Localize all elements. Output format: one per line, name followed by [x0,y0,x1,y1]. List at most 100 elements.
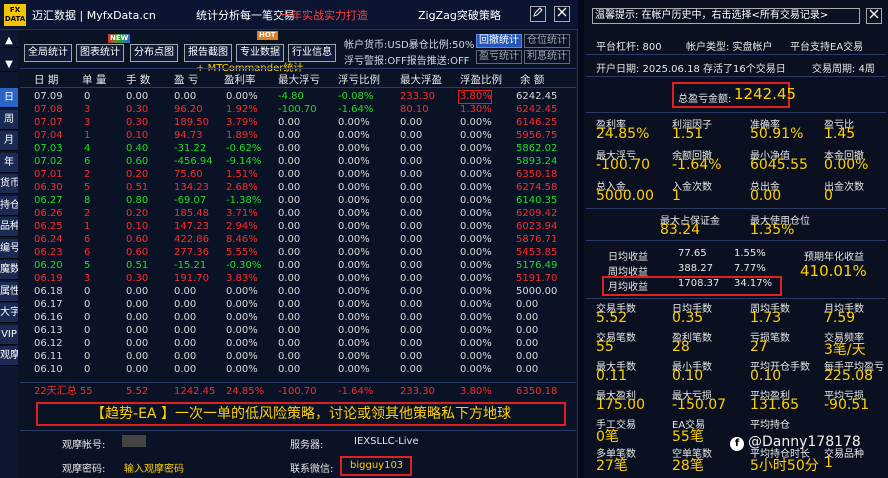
sidebar-item-5[interactable]: 持仓 [0,195,18,216]
sidebar-item-1[interactable]: 周 [0,109,18,130]
table-row[interactable]: 06.16 0 0.00 0.00 0.00% 0.00 0.00% 0.00 0.00% 0.0… [20,311,576,324]
table-row[interactable]: 06.30 5 0.51 134.23 2.68% 0.00 0.00% 0.00 0.00% 6… [20,181,576,194]
position-stats-button[interactable]: 仓位统计 [524,34,570,48]
col-orders[interactable]: 单 量 [82,72,106,87]
close-icon [869,9,879,19]
table-cell: 6146.25 [516,117,558,128]
table-cell: 0.00 [126,351,149,362]
table-row[interactable]: 06.24 6 0.60 422.86 8.46% 0.00 0.00% 0.00 0.00% 5… [20,233,576,246]
table-cell: 0.00 [278,247,301,258]
sidebar-scroll-down[interactable]: ▼ [0,58,18,72]
summary-cell: -1.64% [338,386,374,397]
close-icon [557,7,567,17]
stat-value: 5000.00 [596,188,654,204]
table-cell: -100.70 [278,104,317,115]
table-cell: 0.00 [278,325,301,336]
edit-button[interactable] [530,6,546,22]
table-row[interactable]: 06.11 0 0.00 0.00 0.00% 0.00 0.00% 0.00 0.00% 0.0… [20,350,576,363]
interest-stats-button[interactable]: 利息统计 [524,50,570,64]
table-cell: 0.00 [278,364,301,375]
trade-stat-value: 27笔 [596,458,628,474]
sidebar-item-0[interactable]: 日 [0,88,18,108]
table-cell: 0.00% [338,208,370,219]
table-row[interactable]: 06.18 0 0.00 0.00 0.00% 0.00 0.00% 0.00 0.00% 500… [20,285,576,298]
table-cell: 0.10 [126,130,149,141]
distribution-chart-button[interactable]: 分布点图 [130,44,178,62]
global-stats-button[interactable]: 全局统计 [24,44,72,62]
app-window: FX DATA 迈汇数据 | MyfxData.cn 统计分析每一笔交易 十年实… [0,0,888,478]
sidebar-item-11[interactable]: VIP [0,324,18,345]
table-cell: 0.00 [174,312,197,323]
pnl-stats-button[interactable]: 盈亏统计 [476,50,522,64]
sidebar-item-4[interactable]: 货币 [0,174,18,194]
col-lots[interactable]: 手 数 [126,72,150,87]
table-row[interactable]: 06.19 3 0.30 191.70 3.83% 0.00 0.00% 0.00 0.00% 5… [20,272,576,285]
table-row[interactable]: 06.26 2 0.20 185.48 3.71% 0.00 0.00% 0.00 0.00% 6… [20,207,576,220]
observer-password-input[interactable]: 输入观摩密码 [124,460,184,475]
table-cell: 06.26 [34,208,63,219]
divider [586,208,886,209]
col-max-float-loss[interactable]: 最大浮亏 [278,72,320,87]
table-cell: 0.00% [338,156,370,167]
social-logo-icon: f [730,437,744,451]
sidebar-scroll-up[interactable]: ▲ [0,34,18,48]
sidebar-item-2[interactable]: 月 [0,131,18,151]
table-row[interactable]: 07.08 3 0.30 96.20 1.92% -100.70 -1.64% 80.10 1.… [20,103,576,116]
sidebar-item-7[interactable]: 编号 [0,238,18,259]
table-row[interactable]: 06.10 0 0.00 0.00 0.00% 0.00 0.00% 0.00 0.00% 0.0… [20,363,576,376]
close-tip-button[interactable] [866,8,882,24]
trade-stat-value: 5.52 [596,310,628,326]
table-cell: 07.09 [34,91,63,102]
open-date: 开户日期: 2025.06.18 存活了16个交易日 [596,64,786,75]
col-date[interactable]: 日 期 [34,72,58,87]
table-cell: 0.00 [278,286,301,297]
table-cell: 06.30 [34,182,63,193]
col-balance[interactable]: 余 额 [520,72,544,87]
table-cell: 07.04 [34,130,63,141]
col-max-float-profit[interactable]: 最大浮盈 [400,72,442,87]
sidebar-item-9[interactable]: 属性 [0,281,18,302]
table-row[interactable]: 07.03 4 0.40 -31.22 -0.62% 0.00 0.00% 0.00 0.00%… [20,142,576,155]
table-cell: 0.00 [516,364,539,375]
table-cell: 0.00% [460,247,492,258]
account-info-line1: 帐户货币:USD暴仓比例:50% [344,40,475,51]
drawdown-stats-button[interactable]: 回撤统计 [476,34,522,48]
table-row[interactable]: 07.07 3 0.30 189.50 3.79% 0.00 0.00% 0.00 0.00% 6… [20,116,576,129]
col-profit-rate[interactable]: 盈利率 [224,72,256,87]
sidebar-item-12[interactable]: 观摩 [0,346,18,366]
table-cell: 0.00 [126,286,149,297]
col-float-profit-ratio[interactable]: 浮盈比例 [460,72,502,87]
table-cell: 0.00% [226,299,258,310]
table-row[interactable]: 07.01 2 0.20 75.60 1.51% 0.00 0.00% 0.00 0.00% 63… [20,168,576,181]
table-row[interactable]: 07.04 1 0.10 94.73 1.89% 0.00 0.00% 0.00 0.00% 59… [20,129,576,142]
table-row[interactable]: 06.13 0 0.00 0.00 0.00% 0.00 0.00% 0.00 0.00% 0.0… [20,324,576,337]
table-row[interactable]: 06.17 0 0.00 0.00 0.00% 0.00 0.00% 0.00 0.00% 0.0… [20,298,576,311]
table-cell: 0 [84,286,91,297]
table-cell: 0.00% [338,195,370,206]
sidebar-item-10[interactable]: 大字 [0,303,18,323]
table-row[interactable]: 06.23 6 0.60 277.36 5.55% 0.00 0.00% 0.00 0.00% 5… [20,246,576,259]
col-profit[interactable]: 盈 亏 [174,72,198,87]
table-row[interactable]: 06.12 0 0.00 0.00 0.00% 0.00 0.00% 0.00 0.00% 0.0… [20,337,576,350]
chart-stats-button[interactable]: 图表统计 [76,44,124,62]
table-cell: 0.00% [460,234,492,245]
sidebar-item-8[interactable]: 魔数 [0,260,18,280]
table-row[interactable]: 06.25 1 0.10 147.23 2.94% 0.00 0.00% 0.00 0.00% 6… [20,220,576,233]
table-row[interactable]: 06.27 8 0.80 -69.07 -1.38% 0.00 0.00% 0.00 0.00%… [20,194,576,207]
table-cell: 0.00 [278,338,301,349]
col-float-loss-ratio[interactable]: 浮亏比例 [338,72,380,87]
trade-stat-value: 0.11 [596,368,628,384]
table-cell: -1.64% [338,104,374,115]
table-cell: 06.16 [34,312,63,323]
sidebar-item-3[interactable]: 年 [0,152,18,173]
table-row[interactable]: 07.09 0 0.00 0.00 0.00% -4.80 -0.08% 233.30 3.80… [20,90,576,103]
table-row[interactable]: 07.02 6 0.60 -456.94 -9.14% 0.00 0.00% 0.00 0.00… [20,155,576,168]
trade-stat-label: 平均持仓 [750,420,790,431]
trade-stat-value: 3笔/天 [824,342,866,358]
close-window-button[interactable] [554,6,570,22]
trade-cycle: 交易周期: 4周 [812,64,875,75]
sidebar-item-6[interactable]: 品种 [0,217,18,237]
table-cell: 0.00 [400,117,423,128]
table-row[interactable]: 06.20 5 0.51 -15.21 -0.30% 0.00 0.00% 0.00 0.00%… [20,259,576,272]
total-profit-label: 总盈亏金额: [678,94,732,105]
